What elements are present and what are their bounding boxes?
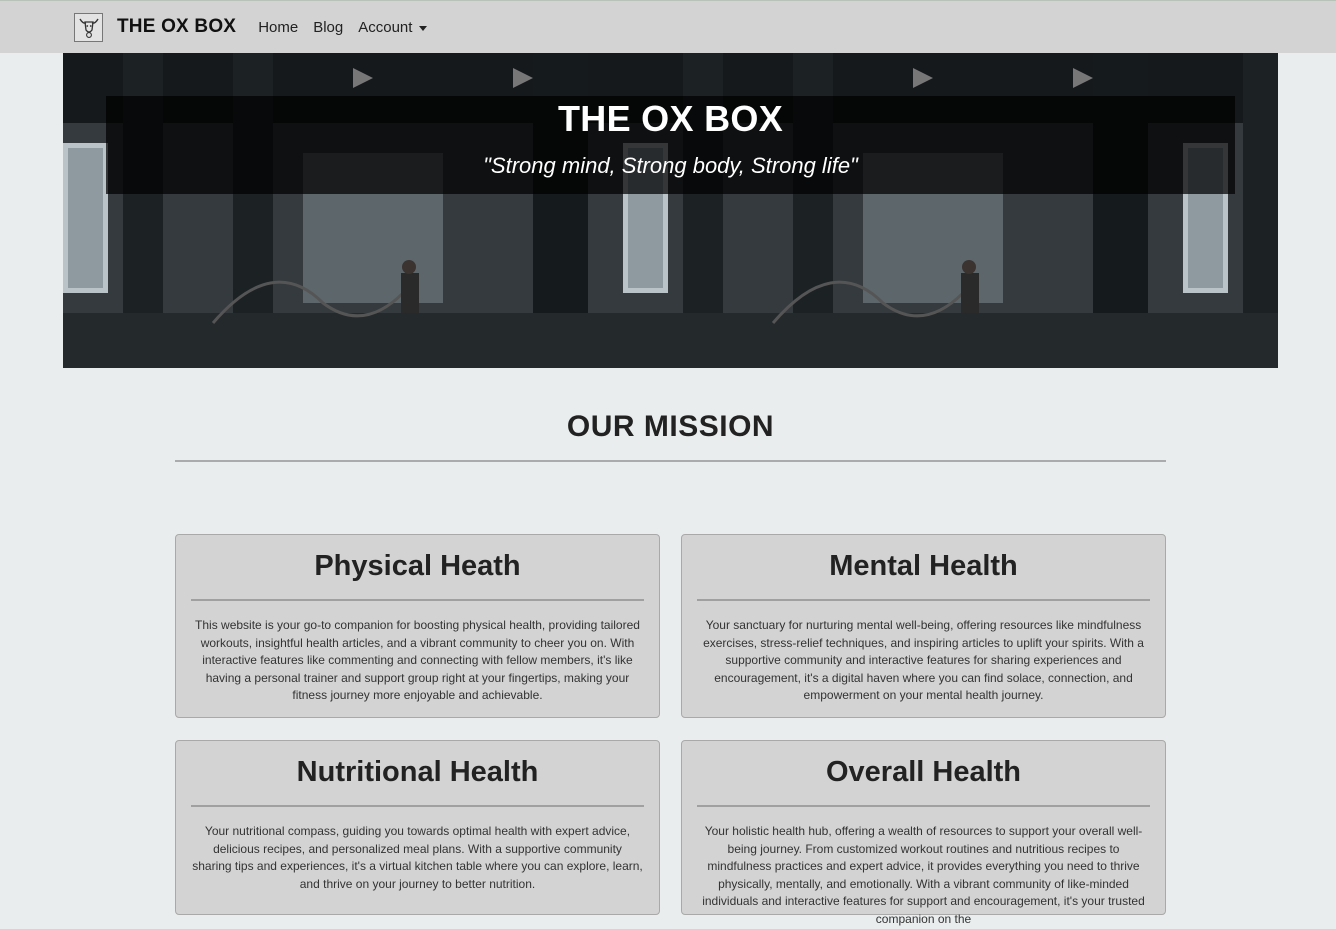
card-divider — [191, 805, 644, 807]
mission-heading: OUR MISSION — [566, 410, 775, 443]
card-text: Your holistic health hub, offering a wea… — [702, 824, 1145, 926]
card-nutritional-health: Nutritional Health Your nutritional comp… — [175, 740, 660, 915]
nav-dropdown-account[interactable]: Account — [358, 18, 428, 36]
chevron-down-icon — [419, 25, 428, 31]
card-title: Nutritional Health — [296, 756, 539, 788]
card-mental-health: Mental Health Your sanctuary for nurturi… — [681, 534, 1166, 718]
card-text: This website is your go-to companion for… — [195, 618, 640, 703]
card-text: Your nutritional compass, guiding you to… — [192, 824, 643, 891]
card-physical-health: Physical Heath This website is your go-t… — [175, 534, 660, 718]
card-text: Your sanctuary for nurturing mental well… — [703, 618, 1144, 703]
nav-link-home[interactable]: Home — [258, 19, 298, 36]
hero-tagline: "Strong mind, Strong body, Strong life" — [483, 153, 858, 178]
card-title: Physical Heath — [314, 550, 521, 582]
brand-name[interactable]: THE OX BOX — [117, 16, 236, 38]
card-title: Overall Health — [825, 756, 1022, 788]
card-overall-health: Overall Health Your holistic health hub,… — [681, 740, 1166, 926]
nav-link-blog[interactable]: Blog — [313, 19, 343, 36]
account-label: Account — [358, 18, 413, 36]
card-divider — [697, 805, 1150, 807]
card-divider — [697, 599, 1150, 601]
top-navbar: THE OX BOX Home Blog Account — [0, 0, 1336, 53]
hero-banner: THE OX BOX "Strong mind, Strong body, St… — [63, 53, 1278, 368]
mission-divider — [175, 460, 1166, 462]
card-title: Mental Health — [829, 550, 1018, 582]
hero-title: THE OX BOX — [557, 98, 784, 139]
ox-logo-icon[interactable] — [74, 12, 103, 42]
card-divider — [191, 599, 644, 601]
